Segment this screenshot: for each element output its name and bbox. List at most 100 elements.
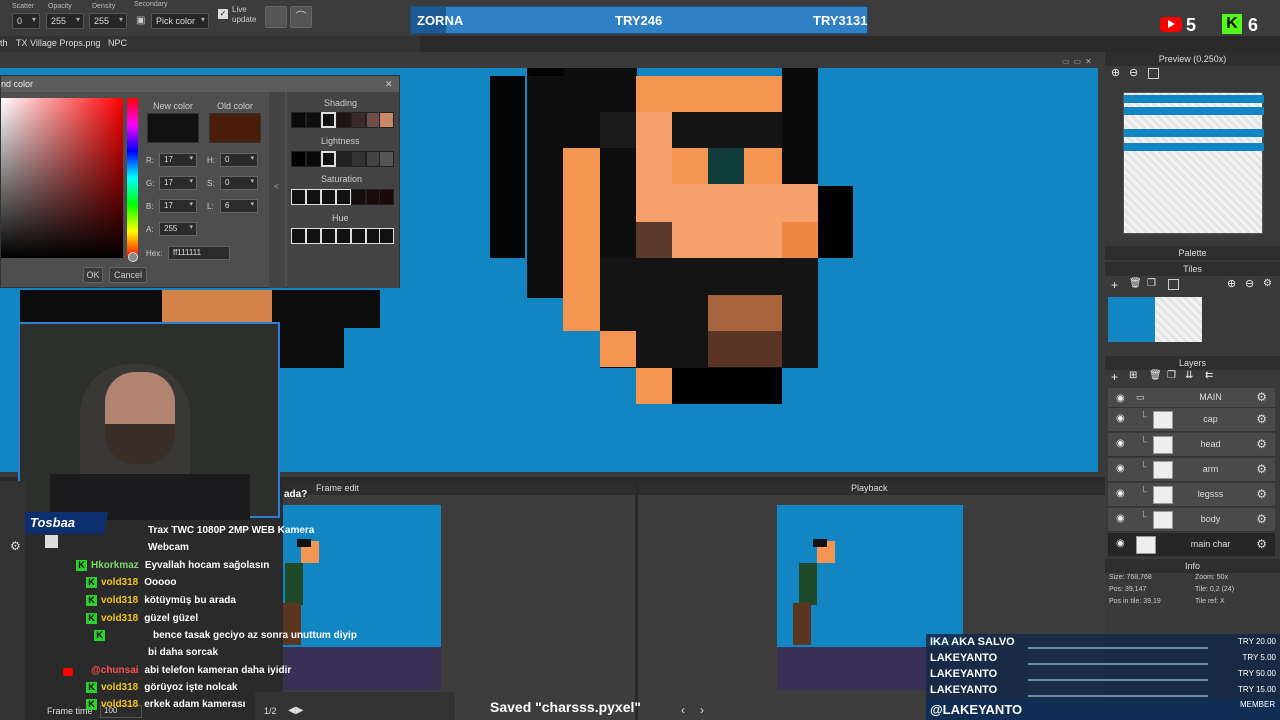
zoom-in-icon[interactable]: ⊕: [1111, 66, 1120, 79]
color-dialog-splitter[interactable]: <: [269, 92, 285, 288]
old-color-swatch[interactable]: [209, 113, 261, 143]
tile-mode-icon[interactable]: [1168, 279, 1179, 290]
canvas-window-controls[interactable]: ▭▭✕: [1062, 57, 1096, 66]
layer-head[interactable]: ◉ └ head ⚙: [1108, 433, 1275, 457]
gear-icon[interactable]: ⚙: [1256, 412, 1267, 426]
hue-slider-handle[interactable]: [128, 252, 138, 262]
layer-cap[interactable]: ◉ └ cap ⚙: [1108, 408, 1275, 432]
eye-icon[interactable]: ◉: [1116, 488, 1125, 499]
hue-slider[interactable]: [127, 98, 138, 258]
delete-layer-icon[interactable]: 🗑: [1149, 370, 1162, 381]
flatten-layer-icon[interactable]: ⇇: [1205, 370, 1213, 381]
gear-icon[interactable]: ⚙: [1256, 462, 1267, 476]
ok-button[interactable]: OK: [83, 267, 103, 283]
shading-swatch[interactable]: [321, 112, 336, 128]
kick-badge-icon: K: [86, 699, 97, 710]
duplicate-tile-icon[interactable]: ❐: [1147, 278, 1156, 289]
layer-group-main[interactable]: ◉ ▭ MAIN ⚙: [1108, 388, 1275, 408]
hue-swatch[interactable]: [306, 228, 321, 244]
eye-icon[interactable]: ◉: [1116, 463, 1125, 474]
add-layer-icon[interactable]: +: [1111, 370, 1118, 384]
tile-thumb-2[interactable]: [1155, 297, 1202, 342]
prev-frame-icon[interactable]: ‹: [681, 703, 685, 717]
shading-swatch[interactable]: [379, 112, 394, 128]
duplicate-layer-icon[interactable]: ❐: [1167, 370, 1176, 381]
b-input[interactable]: 17 ▾: [159, 199, 197, 213]
saturation-swatch[interactable]: [291, 189, 306, 205]
eye-icon[interactable]: ◉: [1116, 438, 1125, 449]
lightness-swatch[interactable]: [291, 151, 306, 167]
gear-icon[interactable]: ⚙: [1256, 537, 1267, 551]
add-group-icon[interactable]: ⊞: [1129, 370, 1137, 381]
saturation-swatch[interactable]: [321, 189, 336, 205]
add-tile-icon[interactable]: +: [1111, 278, 1118, 292]
file-tab-3[interactable]: NPC: [108, 38, 127, 48]
tiles-settings-icon[interactable]: ⚙: [1263, 278, 1272, 289]
tiles-zoom-in-icon[interactable]: ⊕: [1227, 277, 1236, 290]
kick-icon: K: [1222, 14, 1242, 34]
curve-tool-button[interactable]: ⌒: [290, 6, 312, 28]
lightness-swatch[interactable]: [379, 151, 394, 167]
saturation-swatch[interactable]: [336, 189, 351, 205]
layer-body[interactable]: ◉ └ body ⚙: [1108, 508, 1275, 532]
merge-layer-icon[interactable]: ⇊: [1185, 370, 1193, 381]
shading-swatch[interactable]: [351, 112, 366, 128]
checkbox-icon[interactable]: [45, 535, 58, 548]
l-input[interactable]: 6 ▾: [220, 199, 258, 213]
play-icon[interactable]: ◀▶: [288, 705, 303, 716]
saturation-swatch[interactable]: [351, 189, 366, 205]
brush-tool-button[interactable]: [265, 6, 287, 28]
opacity-dropdown[interactable]: 255 ▾: [46, 13, 84, 29]
gear-icon[interactable]: ⚙: [1256, 487, 1267, 501]
gear-icon[interactable]: ⚙: [1256, 512, 1267, 526]
close-icon[interactable]: ✕: [385, 79, 393, 90]
gear-icon[interactable]: ⚙: [1256, 390, 1267, 404]
tile-thumb-1[interactable]: [1108, 297, 1155, 342]
secondary-icon[interactable]: ▣: [136, 15, 145, 26]
a-input[interactable]: 255 ▾: [159, 222, 197, 236]
tiles-zoom-out-icon[interactable]: ⊖: [1245, 277, 1254, 290]
lightness-swatch[interactable]: [336, 151, 351, 167]
eye-icon[interactable]: ◉: [1116, 513, 1125, 524]
zoom-out-icon[interactable]: ⊖: [1129, 66, 1138, 79]
hue-swatch[interactable]: [336, 228, 351, 244]
cancel-button[interactable]: Cancel: [109, 267, 147, 283]
scatter-dropdown[interactable]: 0 ▾: [12, 13, 40, 29]
delete-tile-icon[interactable]: 🗑: [1129, 278, 1142, 289]
r-input[interactable]: 17 ▾: [159, 153, 197, 167]
hue-swatch[interactable]: [379, 228, 394, 244]
layer-legsss[interactable]: ◉ └ legsss ⚙: [1108, 483, 1275, 507]
hex-input[interactable]: ff111111: [168, 246, 230, 260]
gear-icon[interactable]: ⚙: [10, 539, 21, 553]
hue-swatch[interactable]: [321, 228, 336, 244]
lightness-swatch[interactable]: [351, 151, 366, 167]
saturation-value-field[interactable]: [1, 98, 123, 258]
lightness-swatch[interactable]: [306, 151, 321, 167]
live-update-checkbox[interactable]: ✓: [218, 9, 228, 19]
shading-swatch[interactable]: [306, 112, 321, 128]
secondary-dropdown[interactable]: Pick color ▾: [151, 13, 209, 29]
h-input[interactable]: 0 ▾: [220, 153, 258, 167]
next-frame-icon[interactable]: ›: [700, 703, 704, 717]
preview-thumbnail[interactable]: [1123, 92, 1264, 234]
hue-swatch[interactable]: [351, 228, 366, 244]
eye-icon[interactable]: ◉: [1116, 393, 1125, 404]
file-tab-1[interactable]: th: [0, 38, 8, 48]
layer-main-char[interactable]: ◉ main char ⚙: [1108, 533, 1275, 557]
shading-swatch[interactable]: [336, 112, 351, 128]
file-tab-2[interactable]: TX Village Props.png: [16, 38, 100, 48]
saturation-swatch[interactable]: [379, 189, 394, 205]
saturation-swatch[interactable]: [306, 189, 321, 205]
fit-view-icon[interactable]: [1148, 68, 1159, 79]
layer-arm[interactable]: ◉ └ arm ⚙: [1108, 458, 1275, 482]
shading-swatch[interactable]: [291, 112, 306, 128]
density-dropdown[interactable]: 255 ▾: [89, 13, 127, 29]
g-input[interactable]: 17 ▾: [159, 176, 197, 190]
palette-header[interactable]: Palette: [1105, 246, 1280, 260]
eye-icon[interactable]: ◉: [1116, 538, 1125, 549]
lightness-swatch[interactable]: [321, 151, 336, 167]
hue-swatch[interactable]: [291, 228, 306, 244]
gear-icon[interactable]: ⚙: [1256, 437, 1267, 451]
s-input[interactable]: 0 ▾: [220, 176, 258, 190]
eye-icon[interactable]: ◉: [1116, 413, 1125, 424]
